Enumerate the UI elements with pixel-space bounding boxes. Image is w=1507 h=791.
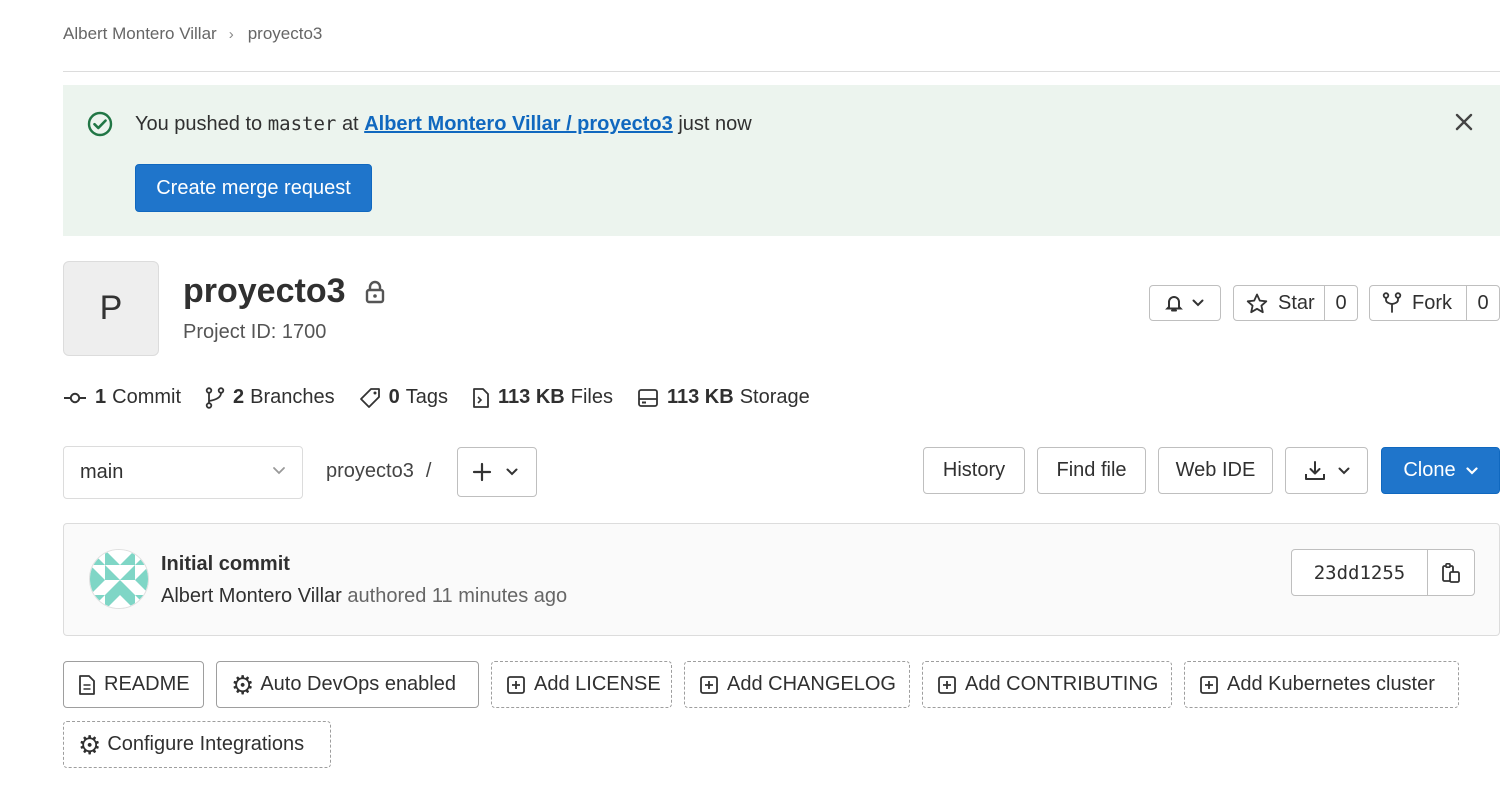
clone-dropdown[interactable]: Clone [1381,447,1500,494]
project-avatar: P [63,261,159,356]
gear-icon: ⚙ [78,729,102,760]
plus-square-icon [507,675,525,694]
plus-square-icon [938,675,956,694]
breadcrumb-project[interactable]: proyecto3 [248,24,323,44]
alert-project-link[interactable]: Albert Montero Villar / proyecto3 [364,113,673,135]
star-icon [1246,293,1268,313]
copy-sha-button[interactable] [1428,550,1474,595]
plus-icon [472,462,492,482]
chevron-down-icon [1338,467,1349,474]
alert-prefix: You pushed to [135,113,263,135]
fork-button[interactable]: Fork 0 [1369,285,1500,321]
close-icon[interactable] [1454,112,1474,132]
project-name: proyecto3 [183,272,346,310]
check-circle-icon [87,111,113,137]
divider [63,71,1500,72]
commit-sha-group: 23dd1255 [1291,549,1475,596]
doc-text-icon [79,674,95,695]
chevron-down-icon [273,467,285,475]
star-count[interactable]: 0 [1324,286,1357,320]
web-ide-button[interactable]: Web IDE [1158,447,1273,494]
disk-icon [638,388,658,407]
identicon [90,550,148,608]
alert-suffix: just now [678,113,752,135]
download-dropdown[interactable] [1285,447,1368,494]
commit-author[interactable]: Albert Montero Villar [161,585,342,607]
tag-icon [359,387,380,408]
chevron-down-icon [1192,299,1204,307]
branch-selector[interactable]: main [63,446,303,499]
readme-button[interactable]: README [63,661,204,708]
add-license-button[interactable]: Add LICENSE [491,661,672,708]
chevron-right-icon: › [228,25,234,43]
breadcrumb-owner[interactable]: Albert Montero Villar [63,24,217,44]
author-avatar[interactable] [89,549,149,609]
project-stats: 1 Commit 2 Branches 0 Tags 113 KB Files 113 … [63,386,834,409]
history-button[interactable]: History [923,447,1025,494]
add-changelog-button[interactable]: Add CHANGELOG [684,661,910,708]
configure-integrations-button[interactable]: ⚙ Configure Integrations [63,721,331,768]
alert-at: at [341,113,359,135]
stat-tags[interactable]: 0 Tags [359,386,448,409]
alert-branch: master [267,113,337,135]
commit-sha[interactable]: 23dd1255 [1292,550,1428,595]
create-merge-request-button[interactable]: Create merge request [135,164,372,212]
bell-icon [1165,296,1183,312]
plus-square-icon [700,675,718,694]
commit-icon [64,392,86,403]
fork-label: Fork [1412,291,1452,314]
stat-files[interactable]: 113 KB Files [472,386,613,409]
stat-storage[interactable]: 113 KB Storage [637,386,810,409]
fork-count[interactable]: 0 [1466,286,1499,320]
add-file-dropdown[interactable] [457,447,537,497]
alert-message: You pushed to master at Albert Montero V… [135,113,752,136]
stat-branches[interactable]: 2 Branches [205,386,335,409]
copy-icon [1442,562,1460,583]
chevron-down-icon [506,468,518,476]
plus-square-icon [1200,675,1218,694]
star-button[interactable]: Star 0 [1233,285,1358,321]
breadcrumb: Albert Montero Villar › proyecto3 [63,24,322,44]
star-label: Star [1278,291,1315,314]
project-id: Project ID: 1700 [183,321,327,343]
push-alert: You pushed to master at Albert Montero V… [63,85,1500,236]
add-kubernetes-cluster-button[interactable]: Add Kubernetes cluster [1184,661,1459,708]
path-root[interactable]: proyecto3 [326,460,414,482]
repo-path: proyecto3 / [326,460,431,483]
gear-icon: ⚙ [231,669,255,700]
clone-label: Clone [1403,459,1456,481]
notification-dropdown[interactable] [1149,285,1221,321]
add-contributing-button[interactable]: Add CONTRIBUTING [922,661,1172,708]
find-file-button[interactable]: Find file [1037,447,1146,494]
download-icon [1304,460,1325,480]
auto-devops-button[interactable]: ⚙ Auto DevOps enabled [216,661,479,708]
commit-time: authored 11 minutes ago [347,585,568,607]
commit-meta: Albert Montero Villar authored 11 minute… [161,585,567,608]
file-code-icon [473,387,489,408]
branch-icon [205,386,225,409]
lock-icon [365,280,384,303]
branch-name: main [80,461,124,483]
chevron-down-icon [1466,466,1478,475]
last-commit-panel: Initial commit Albert Montero Villar aut… [63,523,1500,636]
stat-commits[interactable]: 1 Commit [63,386,181,409]
project-title: proyecto3 [183,272,386,311]
fork-icon [1382,292,1402,313]
path-separator: / [425,460,432,482]
commit-title[interactable]: Initial commit [161,553,290,576]
